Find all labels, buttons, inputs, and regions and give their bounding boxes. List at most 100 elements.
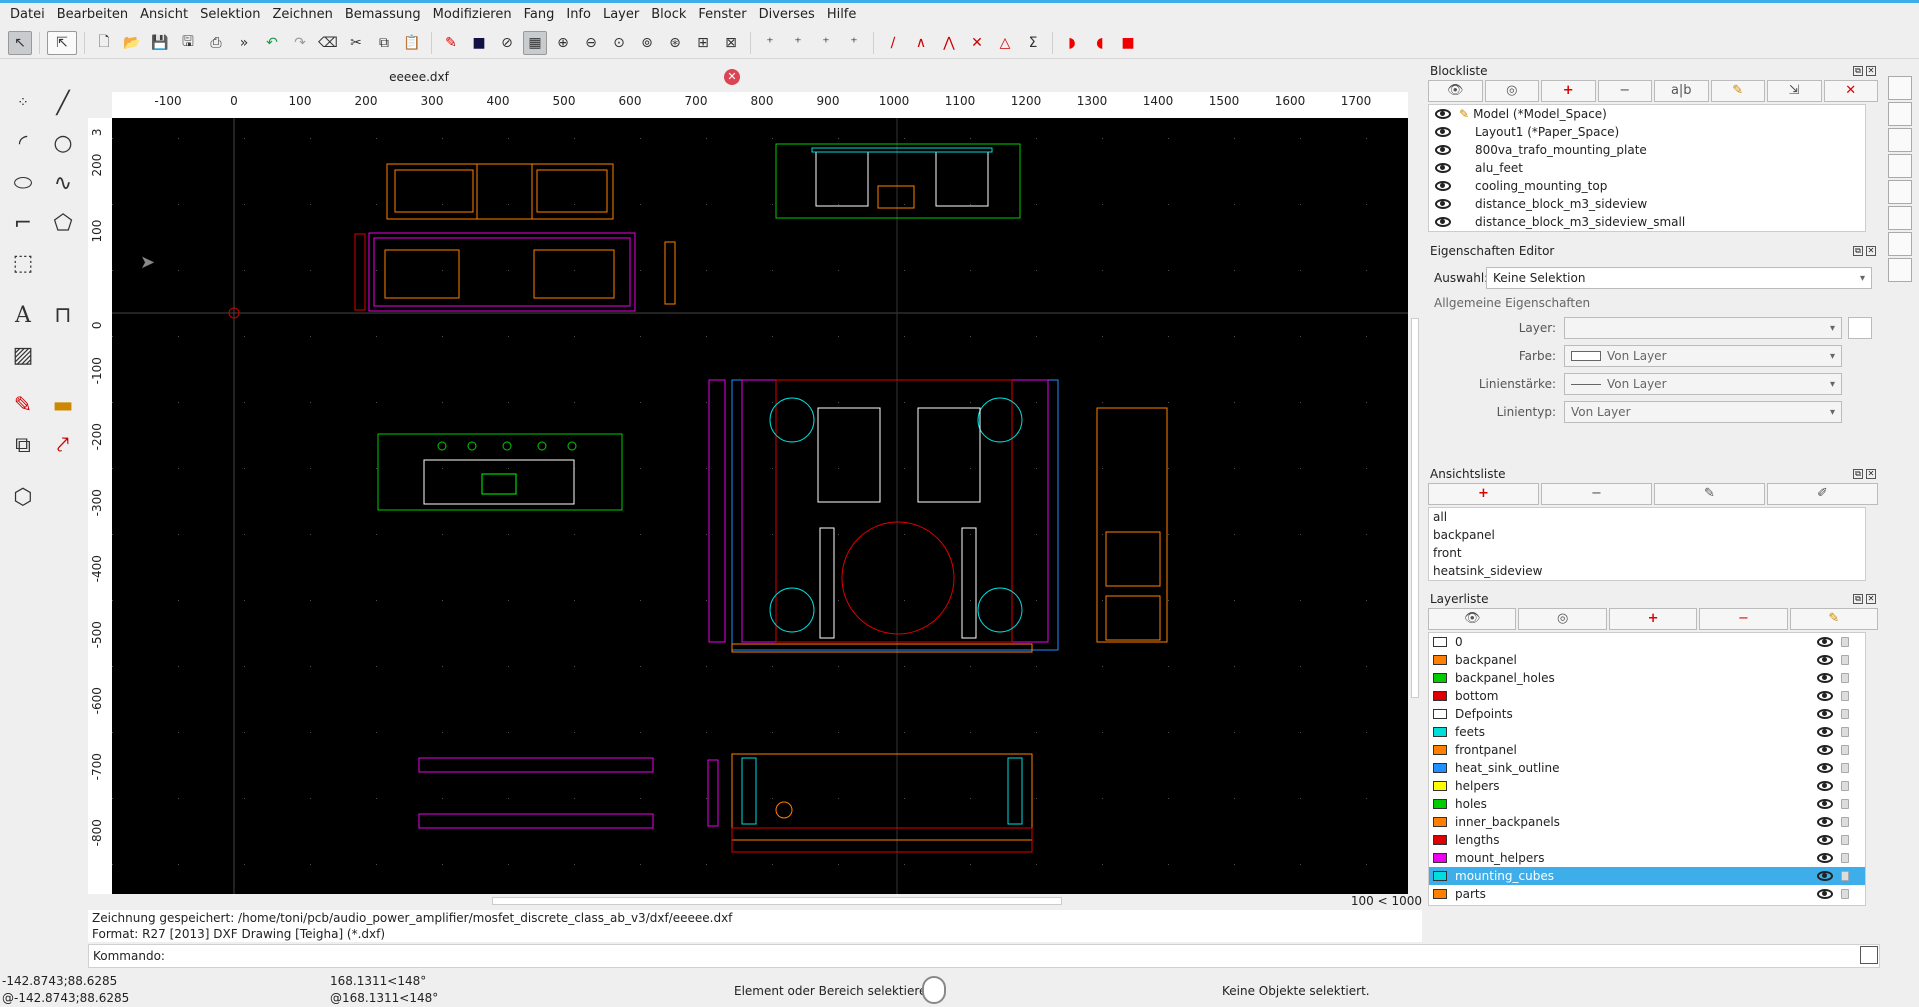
- snap-intersection-icon[interactable]: ✕: [965, 31, 989, 55]
- open-file-icon[interactable]: 📂: [120, 31, 144, 55]
- edit-block-icon[interactable]: ✎: [1710, 80, 1765, 102]
- visible-eye-icon[interactable]: [1435, 181, 1451, 191]
- dock-toggle-icon[interactable]: [1888, 154, 1912, 178]
- menu-item-2[interactable]: Ansicht: [134, 4, 194, 26]
- menu-item-3[interactable]: Selektion: [194, 4, 266, 26]
- layer-list-icon[interactable]: [1848, 317, 1872, 339]
- lock-icon[interactable]: [1841, 889, 1849, 899]
- visible-eye-icon[interactable]: [1817, 655, 1833, 665]
- layer-list-item[interactable]: mounting_cubes: [1429, 867, 1865, 885]
- visible-eye-icon[interactable]: [1817, 835, 1833, 845]
- visible-eye-icon[interactable]: [1817, 817, 1833, 827]
- show-all-icon[interactable]: 👁: [1428, 80, 1483, 102]
- measure-tool-icon[interactable]: ▬: [44, 386, 82, 424]
- lock-icon[interactable]: [1841, 799, 1849, 809]
- layer-list-item[interactable]: holes: [1429, 795, 1865, 813]
- lock-icon[interactable]: [1841, 853, 1849, 863]
- lock-icon[interactable]: [1841, 673, 1849, 683]
- layer-list-item[interactable]: parts: [1429, 885, 1865, 903]
- sum-icon[interactable]: Σ: [1021, 31, 1045, 55]
- dock-toggle-icon[interactable]: [1888, 258, 1912, 282]
- zoom-in-icon[interactable]: ⊕: [551, 31, 575, 55]
- close-icon[interactable]: ✕: [1866, 246, 1876, 256]
- menu-item-4[interactable]: Zeichnen: [266, 4, 338, 26]
- layer-list-item[interactable]: mount_helpers: [1429, 849, 1865, 867]
- stop-icon[interactable]: ■: [1116, 31, 1140, 55]
- lock-icon[interactable]: [1841, 835, 1849, 845]
- layer-list-item[interactable]: 0: [1429, 633, 1865, 651]
- redo-icon[interactable]: ↷: [288, 31, 312, 55]
- drawing-canvas[interactable]: [112, 118, 1408, 894]
- document-tab[interactable]: eeeee.dxf: [92, 64, 746, 90]
- visible-eye-icon[interactable]: [1817, 745, 1833, 755]
- modify-tool-icon[interactable]: ✎: [4, 386, 42, 424]
- lock-icon[interactable]: [1841, 745, 1849, 755]
- 3d-view-icon[interactable]: ⬡: [4, 478, 42, 516]
- save-icon[interactable]: 💾: [148, 31, 172, 55]
- menu-item-6[interactable]: Modifizieren: [427, 4, 518, 26]
- scrollbar-thumb[interactable]: [1411, 318, 1419, 698]
- show-all-layers-icon[interactable]: 👁: [1428, 608, 1517, 630]
- add-view-icon[interactable]: +: [1428, 483, 1539, 505]
- zoom-previous-icon[interactable]: ⊚: [635, 31, 659, 55]
- view-list-item[interactable]: backpanel: [1429, 526, 1865, 544]
- lock-icon[interactable]: [1841, 781, 1849, 791]
- remove-block-icon[interactable]: −: [1597, 80, 1652, 102]
- block-list-item[interactable]: alu_feet: [1429, 159, 1865, 177]
- menu-item-7[interactable]: Fang: [518, 4, 561, 26]
- rename-view-icon[interactable]: ✐: [1767, 483, 1878, 505]
- block-list-item[interactable]: distance_block_m3_sideview_small: [1429, 213, 1865, 231]
- zoom-redraw-icon[interactable]: ⊠: [719, 31, 743, 55]
- rename-block-icon[interactable]: a|b: [1654, 80, 1709, 102]
- zoom-auto-icon[interactable]: ⊙: [607, 31, 631, 55]
- close-icon[interactable]: ✕: [1866, 66, 1876, 76]
- visible-eye-icon[interactable]: [1435, 145, 1451, 155]
- dock-toggle-icon[interactable]: [1888, 232, 1912, 256]
- lock-icon[interactable]: [1841, 655, 1849, 665]
- vertical-scrollbar[interactable]: [1408, 118, 1422, 894]
- menu-item-12[interactable]: Diverses: [753, 4, 821, 26]
- new-file-icon[interactable]: 🗋: [92, 31, 116, 55]
- snap-center-icon[interactable]: ∕: [881, 31, 905, 55]
- block-tool-icon[interactable]: ⧉: [4, 426, 42, 464]
- block-list-item[interactable]: distance_block_m3_sideview: [1429, 195, 1865, 213]
- horizontal-scrollbar[interactable]: [112, 894, 1336, 908]
- text-tool-icon[interactable]: A: [4, 296, 42, 334]
- view-list-item[interactable]: heatsink_sideview: [1429, 562, 1865, 580]
- menu-item-9[interactable]: Layer: [597, 4, 645, 26]
- hide-all-icon[interactable]: ◎: [1484, 80, 1539, 102]
- close-icon[interactable]: ✕: [724, 69, 740, 85]
- lock-icon[interactable]: [1841, 691, 1849, 701]
- hide-all-layers-icon[interactable]: ◎: [1518, 608, 1607, 630]
- layer-list-item[interactable]: Defpoints: [1429, 705, 1865, 723]
- visible-eye-icon[interactable]: [1817, 871, 1833, 881]
- zoom-pan-icon[interactable]: ⊞: [691, 31, 715, 55]
- select-tool-icon[interactable]: ⤤: [44, 426, 82, 464]
- float-icon[interactable]: ⧉: [1853, 594, 1863, 604]
- lock-icon[interactable]: [1841, 871, 1849, 881]
- float-icon[interactable]: ⧉: [1853, 246, 1863, 256]
- color-select[interactable]: Von Layer: [1564, 345, 1842, 367]
- command-line[interactable]: Kommando:: [88, 944, 1880, 968]
- line-tool-icon[interactable]: ╱: [44, 84, 82, 122]
- eraser-icon[interactable]: ⌫: [316, 31, 340, 55]
- view-list-item[interactable]: all: [1429, 508, 1865, 526]
- visible-eye-icon[interactable]: [1817, 799, 1833, 809]
- linewidth-select[interactable]: Von Layer: [1564, 373, 1842, 395]
- select-pointer-icon[interactable]: ↖: [8, 30, 32, 55]
- lock-icon[interactable]: [1841, 817, 1849, 827]
- linetype-select[interactable]: Von Layer: [1564, 401, 1842, 423]
- arc-tool-icon[interactable]: ◜: [4, 124, 42, 162]
- snap-middle-icon[interactable]: ∧: [909, 31, 933, 55]
- polyline-tool-icon[interactable]: ⌐: [4, 204, 42, 242]
- visible-eye-icon[interactable]: [1817, 637, 1833, 647]
- layer-list-item[interactable]: backpanel: [1429, 651, 1865, 669]
- visible-eye-icon[interactable]: [1435, 127, 1451, 137]
- point-tool-icon[interactable]: ⁘: [4, 84, 42, 122]
- menu-item-13[interactable]: Hilfe: [821, 4, 863, 26]
- ellipse-tool-icon[interactable]: ⬭: [4, 164, 42, 202]
- snap-distance-icon[interactable]: ⋀: [937, 31, 961, 55]
- visible-eye-icon[interactable]: [1435, 163, 1451, 173]
- visible-eye-icon[interactable]: [1817, 691, 1833, 701]
- snap-grid-icon[interactable]: ⁺: [786, 31, 810, 55]
